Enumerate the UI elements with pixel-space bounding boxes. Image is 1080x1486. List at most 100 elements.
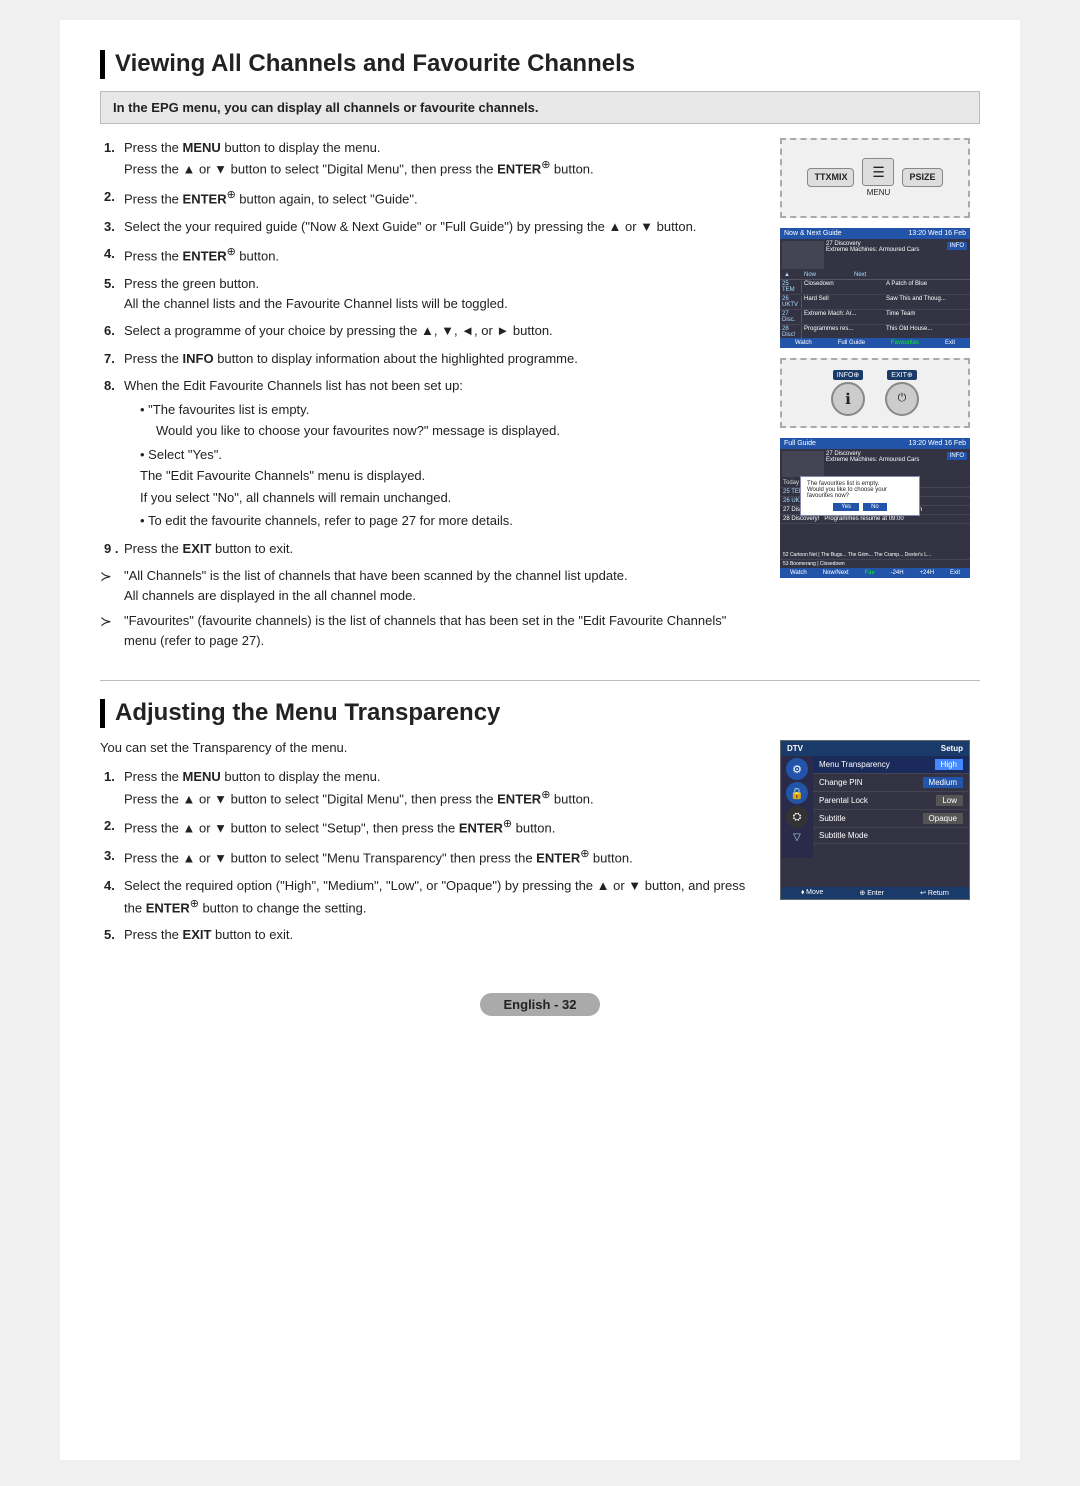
page-number-badge: English - 32 (480, 993, 601, 1016)
fg-row-28: 28 Discovery! Programmes resume at 09:00 (780, 515, 970, 524)
fg-footer-fav: Fav (865, 570, 875, 576)
dialog-line3: favourites now? (807, 493, 913, 499)
footer-return: ↩ Return (920, 889, 949, 897)
epg-thumbnail (782, 241, 824, 269)
section1-intro: In the EPG menu, you can display all cha… (100, 91, 980, 124)
step-5: Press the green button. All the channel … (100, 274, 760, 313)
full-guide-title: Full Guide (784, 440, 816, 447)
info-label: INFO⊕ (833, 370, 864, 380)
footer-full: Full Guide (838, 340, 865, 346)
fg-footer-nownext: Now/Next (823, 570, 849, 576)
epg-date: 13:20 Wed 16 Feb (909, 230, 966, 237)
dialog-box: The favourites list is empty. Would you … (800, 476, 920, 516)
step4-enter-bold: ENTER (183, 249, 227, 264)
fg-footer-exit: Exit (950, 570, 960, 576)
step-8: When the Edit Favourite Channels list ha… (100, 376, 760, 531)
s2-step3-enter: ENTER (536, 851, 580, 866)
full-guide-screen: Full Guide 13:20 Wed 16 Feb 27 Discovery… (780, 438, 970, 578)
dialog-no-btn[interactable]: No (863, 503, 887, 511)
step-4: Press the ENTER⊕ button. (100, 244, 760, 266)
s2-step1-enter: ENTER (497, 791, 541, 806)
epg-col-next: Next (854, 272, 866, 278)
section-divider (100, 680, 980, 681)
footer-fav: Favourites (891, 340, 919, 346)
icon-gear: ⚙ (786, 758, 808, 780)
full-guide-prog-info: 27 Discovery Extreme Machines: Armoured … (826, 451, 919, 477)
s2-step2-enter: ENTER (459, 821, 503, 836)
epg-top-area: 27 Discovery Extreme Machines: Armoured … (780, 239, 970, 271)
step8-sub1b: Would you like to choose your favourites… (124, 421, 760, 441)
fg-row-52: 52 Cartoon Net | The Bugs... The Grim...… (780, 551, 970, 560)
section2-images: DTV Setup ⚙ 🔒 ⛭ ▽ Menu Transpa (780, 740, 980, 953)
fg-footer-watch: Watch (790, 570, 807, 576)
step-2: Press the ENTER⊕ button again, to select… (100, 187, 760, 209)
arrow-note-2: "Favourites" (favourite channels) is the… (100, 611, 760, 650)
setup-row-change-pin: Change PIN Medium (813, 774, 969, 792)
step8-sub2b: The "Edit Favourite Channels" menu is di… (124, 466, 760, 486)
section2-intro: You can set the Transparency of the menu… (100, 740, 760, 755)
ttxmix-btn: TTXMIX (807, 168, 854, 187)
full-guide-thumb (782, 451, 824, 477)
setup-dtv-label: DTV (787, 744, 803, 753)
fg-row-53: 53 Boomerang | Closedown (780, 560, 970, 568)
step8-sub4: To edit the favourite channels, refer to… (124, 511, 760, 531)
fg-footer-p24h: +24H (920, 570, 935, 576)
remote-inner: TTXMIX ☰ MENU PSIZE (782, 152, 968, 203)
setup-body: ⚙ 🔒 ⛭ ▽ Menu Transparency High Change PI… (781, 756, 969, 858)
setup-rows: Menu Transparency High Change PIN Medium… (813, 756, 969, 858)
info-circle-btn: ℹ (831, 382, 865, 416)
setup-icons: ⚙ 🔒 ⛭ ▽ (781, 756, 813, 858)
step9-exit-bold: EXIT (183, 541, 212, 556)
s2-step-4: Select the required option ("High", "Med… (100, 876, 760, 917)
full-guide-top: 27 Discovery Extreme Machines: Armoured … (780, 449, 970, 479)
page: Viewing All Channels and Favourite Chann… (60, 20, 1020, 1460)
menu-label: MENU (867, 188, 891, 197)
ttxmix-btn-group: TTXMIX (807, 168, 854, 187)
section1-steps: Press the MENU button to display the men… (100, 138, 760, 558)
epg-row-26: 26 UKTV Hard Sell Saw This and Thoug... (780, 295, 970, 310)
footer-watch: Watch (795, 340, 812, 346)
section2-steps: Press the MENU button to display the men… (100, 767, 760, 945)
epg-now-next-screen: Now & Next Guide 13:20 Wed 16 Feb 27 Dis… (780, 228, 970, 348)
setup-row-subtitle-mode: Subtitle Mode (813, 828, 969, 844)
remote-control-image: TTXMIX ☰ MENU PSIZE (780, 138, 970, 218)
epg-footer: Watch Full Guide Favourites Exit (780, 338, 970, 348)
full-guide-prog: Extreme Machines: Armoured Cars (826, 457, 919, 463)
icon-settings2: ⛭ (786, 806, 808, 828)
info-btn-group: INFO⊕ ℹ (831, 370, 865, 416)
s2-step1-menu: MENU (183, 769, 221, 784)
footer-exit: Exit (945, 340, 955, 346)
section2-text: You can set the Transparency of the menu… (100, 740, 760, 953)
dialog-yes-btn[interactable]: Yes (833, 503, 859, 511)
epg-col-now: Now (804, 272, 854, 278)
setup-row-subtitle: Subtitle Opaque (813, 810, 969, 828)
epg-col-ch: ▲ (784, 272, 804, 278)
epg-col-headers: ▲ Now Next (780, 271, 970, 280)
setup-row-menu-transparency: Menu Transparency High (813, 756, 969, 774)
setup-screen: DTV Setup ⚙ 🔒 ⛭ ▽ Menu Transpa (780, 740, 970, 900)
s2-step-5: Press the EXIT button to exit. (100, 925, 760, 945)
full-guide-date: 13:20 Wed 16 Feb (909, 440, 966, 447)
epg-row-25: 25 TEM Closedown A Patch of Blue (780, 280, 970, 295)
setup-row-spacer (813, 844, 969, 858)
full-guide-info-badge: INFO (947, 452, 967, 460)
section1-images: TTXMIX ☰ MENU PSIZE Now & Next Guide (780, 138, 980, 656)
section1-body: Press the MENU button to display the men… (100, 138, 980, 656)
page-footer: English - 32 (100, 983, 980, 1016)
epg-programme-label: Extreme Machines: Armoured Cars (826, 247, 919, 253)
step-6: Select a programme of your choice by pre… (100, 321, 760, 341)
epg-thumb-info: 27 Discovery Extreme Machines: Armoured … (826, 241, 919, 269)
dialog-buttons: Yes No (807, 503, 913, 511)
step8-sub3: If you select "No", all channels will re… (124, 488, 760, 508)
step8-sub1: "The favourites list is empty. (124, 400, 760, 420)
footer-move: ⬧ Move (801, 889, 823, 897)
step1-enter-bold: ENTER (497, 162, 541, 177)
menu-btn-group: ☰ MENU (862, 158, 894, 197)
menu-icon-btn: ☰ (862, 158, 894, 186)
epg-row-27: 27 Disc. Extreme Mach: Ar... Time Team (780, 310, 970, 325)
psize-btn: PSIZE (902, 168, 942, 187)
step-1: Press the MENU button to display the men… (100, 138, 760, 179)
epg-info-badge: INFO (947, 242, 967, 250)
nav-btn-group: EXIT⊕ ⏻ (885, 370, 919, 416)
arrow-note-1: "All Channels" is the list of channels t… (100, 566, 760, 605)
